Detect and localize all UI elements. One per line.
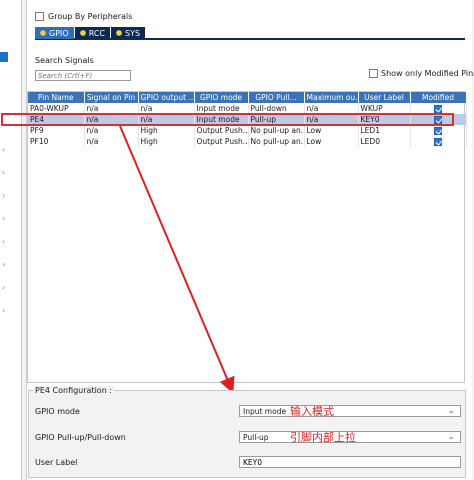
column-header[interactable]: Signal on Pin (84, 92, 139, 103)
table-cell: n/a (84, 125, 139, 136)
gpio-mode-annotation: 输入模式 (290, 405, 334, 418)
table-cell: LED0 (358, 136, 411, 147)
table-cell: PF10 (28, 136, 85, 147)
chevron-down-icon[interactable]: ⌄ (448, 433, 456, 441)
column-header[interactable]: Modified (410, 92, 467, 103)
search-signals-input[interactable] (35, 70, 131, 81)
left-sidebar-strip: › › › › › › › › (0, 0, 22, 480)
status-dot-icon (116, 30, 123, 36)
pin-table: Pin Name Signal on Pin GPIO output ... G… (27, 91, 467, 383)
column-header[interactable]: GPIO output ... (138, 92, 195, 103)
status-dot-icon (40, 30, 46, 36)
modified-checkbox[interactable] (434, 127, 442, 135)
table-row[interactable]: PF9 n/a High Output Push... No pull-up a… (28, 125, 467, 136)
table-cell: No pull-up an... (248, 125, 305, 136)
table-cell: High (138, 125, 195, 136)
selected-row-highlight (1, 113, 454, 126)
column-header[interactable]: Pin Name (28, 92, 85, 103)
chevron-down-icon[interactable]: ⌄ (448, 407, 456, 415)
table-row[interactable]: PF10 n/a High Output Push... No pull-up … (28, 136, 467, 147)
group-by-peripherals[interactable]: Group By Peripherals (35, 10, 132, 22)
table-cell: Output Push... (194, 136, 249, 147)
user-label-label: User Label (35, 458, 78, 467)
column-header[interactable]: User Label (358, 92, 411, 103)
peripheral-tabs: GPIO RCC SYS (35, 27, 465, 40)
group-by-label: Group By Peripherals (48, 11, 133, 21)
config-title: PE4 Configuration : (33, 386, 115, 395)
chevron-right-icon[interactable]: › (2, 284, 10, 292)
selected-marker (0, 52, 8, 62)
gpio-mode-label: GPIO mode (35, 407, 80, 416)
search-signals-title: Search Signals (35, 56, 94, 65)
table-cell: PF9 (28, 125, 85, 136)
gpio-pull-label: GPIO Pull-up/Pull-down (35, 433, 126, 442)
chevron-right-icon[interactable]: › (2, 146, 10, 154)
modified-cell (410, 136, 467, 147)
chevron-right-icon[interactable]: › (2, 169, 10, 177)
column-header[interactable]: GPIO mode (194, 92, 249, 103)
show-modified-toggle[interactable]: Show only Modified Pins (369, 69, 474, 78)
tab-label: GPIO (49, 28, 69, 38)
table-cell: High (138, 136, 195, 147)
tab-label: SYS (125, 28, 141, 38)
modified-cell (410, 125, 467, 136)
tab-rcc[interactable]: RCC (74, 27, 111, 39)
chevron-right-icon[interactable]: › (2, 238, 10, 246)
show-modified-label: Show only Modified Pins (381, 69, 474, 78)
gpio-mode-select[interactable]: Input mode ⌄ (239, 405, 461, 417)
chevron-right-icon[interactable]: › (2, 215, 10, 223)
status-dot-icon (79, 30, 86, 36)
tab-label: RCC (88, 28, 106, 38)
table-cell: No pull-up an... (248, 136, 305, 147)
column-header[interactable]: GPIO Pull... (248, 92, 305, 103)
chevron-right-icon[interactable]: › (2, 261, 10, 269)
modified-checkbox[interactable] (434, 138, 442, 146)
table-cell: LED1 (358, 125, 411, 136)
chevron-right-icon[interactable]: › (2, 307, 10, 315)
pin-configuration-section: PE4 Configuration : GPIO mode Input mode… (28, 386, 466, 478)
modified-checkbox[interactable] (434, 105, 442, 113)
tab-sys[interactable]: SYS (111, 27, 146, 39)
table-cell: Low (304, 125, 359, 136)
tab-gpio[interactable]: GPIO (35, 27, 74, 39)
gpio-mode-value: Input mode (243, 406, 287, 416)
gpio-pull-value: Pull-up (243, 432, 269, 442)
gpio-pull-annotation: 引脚内部上拉 (290, 431, 356, 444)
table-cell: Low (304, 136, 359, 147)
table-cell: n/a (84, 136, 139, 147)
group-by-checkbox[interactable] (35, 11, 44, 21)
column-header[interactable]: Maximum ou... (304, 92, 359, 103)
table-cell: Output Push... (194, 125, 249, 136)
user-label-input[interactable] (239, 456, 461, 468)
table-header-row: Pin Name Signal on Pin GPIO output ... G… (28, 92, 467, 103)
chevron-right-icon[interactable]: › (2, 192, 10, 200)
show-modified-checkbox[interactable] (369, 69, 378, 78)
